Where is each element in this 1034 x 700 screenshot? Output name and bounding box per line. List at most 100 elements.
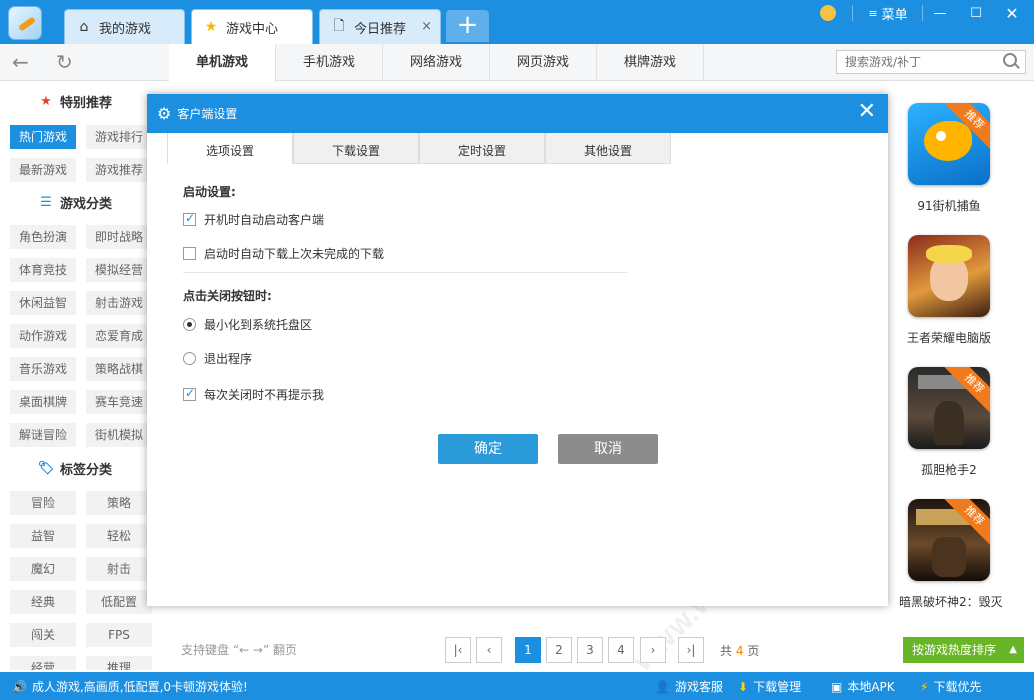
sidebar-item-game-recommend[interactable]: 游戏推荐 — [86, 158, 152, 182]
tag-item[interactable]: 策略 — [86, 491, 152, 515]
page-button[interactable]: 4 — [608, 637, 634, 663]
tab-game-center[interactable]: ★ 游戏中心 — [191, 9, 313, 44]
nav-tab-mobile-games[interactable]: 手机游戏 — [276, 44, 383, 81]
download-priority-link[interactable]: ⚡ 下载优先 — [920, 678, 981, 695]
dialog-header: ⚙ 客户端设置 — [147, 94, 888, 133]
apk-icon: ▣ — [831, 679, 843, 694]
tag-item[interactable]: 低配置 — [86, 590, 152, 614]
nav-tab-online-games[interactable]: 网络游戏 — [383, 44, 490, 81]
game-name: 孤胆枪手2 — [921, 463, 977, 477]
tab-today-recommend[interactable]: 🗋 今日推荐 × — [319, 9, 441, 44]
category-item[interactable]: 休闲益智 — [10, 291, 76, 315]
recommend-game-card[interactable]: 推荐 孤胆枪手2 — [899, 367, 999, 478]
tag-item[interactable]: 冒险 — [10, 491, 76, 515]
tab-my-games[interactable]: ⌂ 我的游戏 — [64, 9, 185, 44]
category-item[interactable]: 射击游戏 — [86, 291, 152, 315]
home-icon: ⌂ — [79, 19, 89, 35]
back-arrow-icon[interactable]: ← — [12, 50, 29, 74]
cancel-button[interactable]: 取消 — [558, 434, 658, 464]
page-button[interactable]: 2 — [546, 637, 572, 663]
category-item[interactable]: 动作游戏 — [10, 324, 76, 348]
no-prompt-checkbox[interactable]: 每次关闭时不再提示我 — [183, 386, 324, 403]
ok-button[interactable]: 确定 — [438, 434, 538, 464]
startup-settings-label: 启动设置: — [183, 185, 236, 199]
slogan: 🔊 成人游戏,高画质,低配置,0卡顿游戏体验! — [12, 679, 248, 695]
page-button[interactable]: 1 — [515, 637, 541, 663]
tab-label: 我的游戏 — [99, 21, 152, 37]
nav-tab-board-games[interactable]: 棋牌游戏 — [597, 44, 704, 81]
minimize-button[interactable]: — — [928, 0, 952, 26]
game-thumbnail: 推荐 — [908, 103, 990, 185]
close-window-button[interactable]: ✕ — [1000, 0, 1024, 26]
checkbox-checked-icon — [183, 386, 196, 401]
local-apk-link[interactable]: ▣ 本地APK — [831, 678, 895, 695]
sort-by-popularity-select[interactable]: 按游戏热度排序 ▲▼ — [903, 637, 1024, 681]
user-avatar-icon[interactable] — [812, 0, 844, 26]
page-button[interactable]: 3 — [577, 637, 603, 663]
game-service-link[interactable]: 👤 游戏客服 — [655, 678, 723, 695]
next-page-button[interactable]: › — [640, 637, 666, 663]
category-item[interactable]: 桌面棋牌 — [10, 390, 76, 414]
tag-item[interactable]: 闯关 — [10, 623, 76, 647]
download-arrow-icon: ⬇ — [738, 679, 749, 694]
category-item[interactable]: 即时战略 — [86, 225, 152, 249]
radio-unselected-icon — [183, 352, 196, 365]
tab-schedule[interactable]: 定时设置 — [419, 133, 545, 164]
tag-item[interactable]: 魔幻 — [10, 557, 76, 581]
download-manager-link[interactable]: ⬇ 下载管理 — [738, 678, 801, 695]
auto-resume-download-checkbox[interactable]: 启动时自动下载上次未完成的下载 — [183, 245, 384, 262]
category-item[interactable]: 模拟经营 — [86, 258, 152, 282]
recommend-game-card[interactable]: 推荐 91街机捕鱼 — [899, 103, 999, 214]
star-icon: ★ — [204, 19, 218, 35]
tab-download[interactable]: 下载设置 — [293, 133, 419, 164]
nav-tab-web-games[interactable]: 网页游戏 — [490, 44, 597, 81]
recommend-game-card[interactable]: 推荐 暗黑破坏神2：毁灭 — [899, 499, 1003, 610]
search-input[interactable] — [836, 50, 1026, 74]
search-icon[interactable] — [1003, 53, 1017, 67]
game-name: 91街机捕鱼 — [917, 199, 981, 213]
last-page-button[interactable]: ›| — [678, 637, 704, 663]
sidebar-item-new-games[interactable]: 最新游戏 — [10, 158, 76, 182]
category-item[interactable]: 街机模拟 — [86, 423, 152, 447]
tag-item[interactable]: FPS — [86, 623, 152, 647]
tag-item[interactable]: 推理 — [86, 656, 152, 670]
tag-item[interactable]: 射击 — [86, 557, 152, 581]
refresh-icon[interactable]: ↻ — [56, 50, 73, 74]
checkbox-unchecked-icon — [183, 247, 196, 260]
minimize-to-tray-radio[interactable]: 最小化到系统托盘区 — [183, 316, 312, 333]
gear-icon: ⚙ — [157, 104, 172, 123]
category-item[interactable]: 角色扮演 — [10, 225, 76, 249]
game-thumbnail: 推荐 — [908, 499, 990, 581]
tag-icon: 🏷 — [37, 461, 55, 476]
tag-item[interactable]: 经营 — [10, 656, 76, 670]
add-tab-button[interactable]: + — [446, 10, 489, 42]
list-icon: ☰ — [40, 195, 52, 210]
menu-button[interactable]: ≡ 菜单 — [860, 0, 916, 26]
recommend-game-card[interactable]: 王者荣耀电脑版 — [899, 235, 999, 346]
category-item[interactable]: 解谜冒险 — [10, 423, 76, 447]
divider — [183, 272, 627, 273]
category-item[interactable]: 恋爱育成 — [86, 324, 152, 348]
prev-page-button[interactable]: ‹ — [476, 637, 502, 663]
dialog-close-button[interactable]: ✕ — [858, 99, 876, 124]
tab-other[interactable]: 其他设置 — [545, 133, 671, 164]
tab-options[interactable]: 选项设置 — [167, 133, 293, 164]
maximize-button[interactable]: ☐ — [964, 0, 988, 26]
auto-start-checkbox[interactable]: 开机时自动启动客户端 — [183, 211, 324, 228]
first-page-button[interactable]: |‹ — [445, 637, 471, 663]
tag-item[interactable]: 经典 — [10, 590, 76, 614]
nav-tab-single-games[interactable]: 单机游戏 — [169, 44, 276, 82]
dialog-title: 客户端设置 — [177, 107, 238, 121]
sidebar-item-game-ranking[interactable]: 游戏排行 — [86, 125, 152, 149]
category-item[interactable]: 体育竞技 — [10, 258, 76, 282]
category-item[interactable]: 策略战棋 — [86, 357, 152, 381]
category-item[interactable]: 音乐游戏 — [10, 357, 76, 381]
tag-item[interactable]: 益智 — [10, 524, 76, 548]
category-item[interactable]: 赛车竞速 — [86, 390, 152, 414]
close-tab-icon[interactable]: × — [421, 19, 432, 34]
exit-program-radio[interactable]: 退出程序 — [183, 350, 252, 367]
category-section-title: ☰ 游戏分类 — [36, 193, 112, 212]
sidebar-item-hot-games[interactable]: 热门游戏 — [10, 125, 76, 149]
tab-label: 今日推荐 — [354, 21, 407, 37]
tag-item[interactable]: 轻松 — [86, 524, 152, 548]
